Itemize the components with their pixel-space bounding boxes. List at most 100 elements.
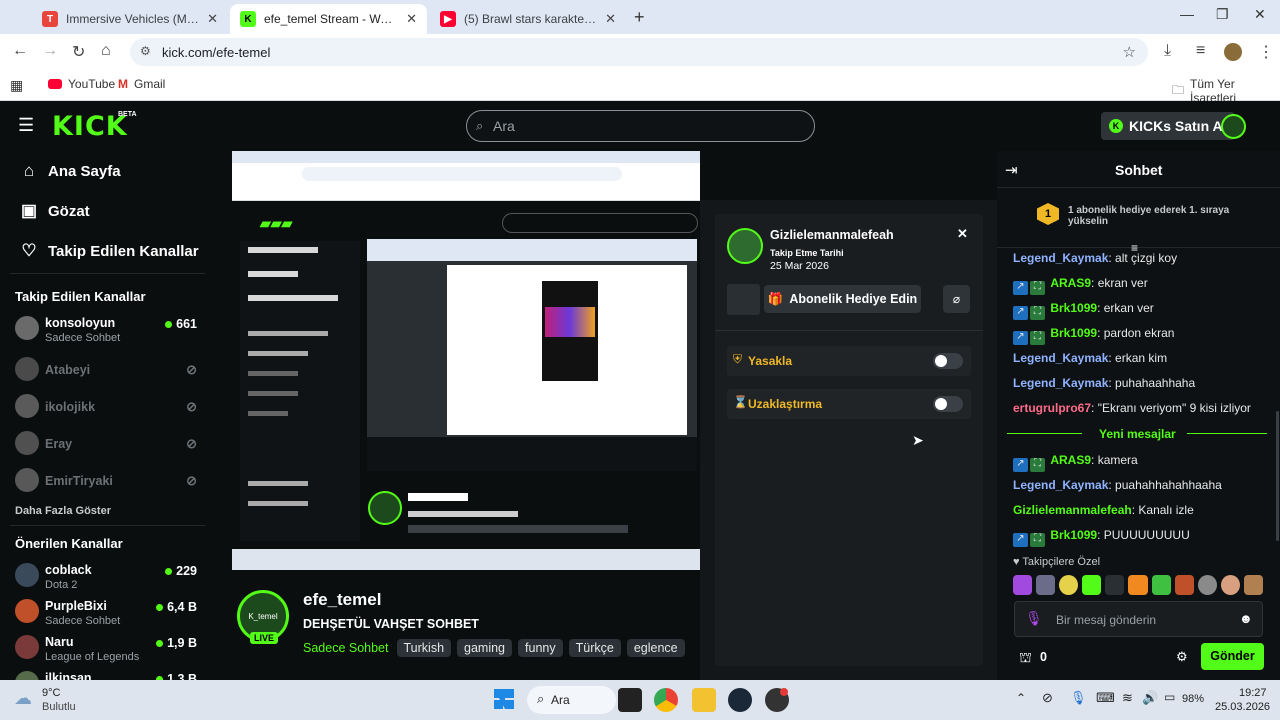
bookmark-gmail[interactable]: M Gmail <box>118 77 165 91</box>
followed-channel-emirtiryaki[interactable]: EmirTiryaki ⊘ <box>15 468 205 502</box>
apps-grid-icon[interactable]: ▦ <box>10 77 23 94</box>
timeout-row[interactable]: ⌛ Uzaklaştırma <box>727 389 971 419</box>
close-icon[interactable]: ✕ <box>957 226 968 242</box>
points-icon[interactable]: ⛫ <box>1019 649 1032 668</box>
close-tab-icon[interactable]: ✕ <box>207 11 218 27</box>
emote-icon[interactable] <box>1220 575 1240 595</box>
site-info-icon[interactable]: ⚙ <box>140 44 151 58</box>
buy-kicks-button[interactable]: K KICKs Satın Al <box>1101 112 1235 140</box>
recommended-channel-ilkinsan[interactable]: ilkinsan 1,3 B <box>15 669 205 680</box>
chat-settings-icon[interactable]: ⚙ <box>1176 649 1188 665</box>
browser-tab-2[interactable]: K efe_temel Stream - Watch Live o ✕ <box>230 4 427 34</box>
chat-username[interactable]: ARAS9 <box>1050 276 1091 290</box>
microphone-icon[interactable]: 🎙 <box>1025 610 1043 627</box>
keyboard-icon[interactable]: ⌨ <box>1096 690 1115 706</box>
clock-date[interactable]: 25.03.2026 <box>1215 701 1270 713</box>
new-tab-button[interactable]: + <box>634 7 645 28</box>
chat-username[interactable]: Gizlielemanmalefeah <box>1013 503 1132 517</box>
recommended-channel-coblack[interactable]: coblack Dota 2 229 <box>15 561 205 595</box>
channel-name[interactable]: efe_temel <box>303 590 381 610</box>
chat-username[interactable]: Legend_Kaymak <box>1013 478 1108 492</box>
microphone-icon[interactable]: 🎙 <box>1070 690 1087 706</box>
menu-kebab-icon[interactable]: ⋮ <box>1258 42 1274 62</box>
emote-icon[interactable] <box>1059 575 1079 595</box>
hamburger-menu-icon[interactable]: ☰ <box>18 115 34 136</box>
download-icon[interactable]: ⤓ <box>1164 42 1171 60</box>
ban-row[interactable]: ⛨ Yasakla <box>727 346 971 376</box>
maximize-icon[interactable]: ❐ <box>1216 6 1229 23</box>
emote-icon[interactable] <box>1243 575 1264 595</box>
nav-home[interactable]: ⌂ Ana Sayfa <box>18 161 121 181</box>
chat-username[interactable]: Brk1099 <box>1050 528 1097 542</box>
followed-channel-eray[interactable]: Eray ⊘ <box>15 431 205 465</box>
chat-username[interactable]: ertugrulpro67 <box>1013 401 1091 415</box>
bookmark-star-icon[interactable]: ☆ <box>1123 43 1136 61</box>
emoji-icon[interactable]: ☻ <box>1239 611 1253 626</box>
battery-icon[interactable]: ▭ <box>1164 690 1175 704</box>
chat-username[interactable]: Brk1099 <box>1050 301 1097 315</box>
emote-icon[interactable] <box>1151 575 1171 595</box>
user-avatar[interactable] <box>1221 114 1246 139</box>
browser-tab-1[interactable]: T Immersive Vehicles (MTS/IV) - C ✕ <box>32 4 228 34</box>
show-more-link[interactable]: Daha Fazla Göster <box>15 505 111 517</box>
chat-username[interactable]: Legend_Kaymak <box>1013 376 1108 390</box>
volume-icon[interactable]: 🔊 <box>1142 690 1158 706</box>
kick-logo[interactable]: KICK <box>52 111 128 142</box>
wifi-icon[interactable]: ≋ <box>1122 690 1133 706</box>
home-icon[interactable]: ⌂ <box>101 42 111 60</box>
tag-gaming[interactable]: gaming <box>457 639 513 657</box>
recommended-channel-naru[interactable]: Naru League of Legends 1,9 B <box>15 633 205 667</box>
close-tab-icon[interactable]: ✕ <box>406 11 417 27</box>
gift-subscription-button[interactable]: 🎁 Abonelik Hediye Edin <box>764 285 921 313</box>
nav-browse[interactable]: ▣ Gözat <box>18 201 90 221</box>
chrome-icon[interactable] <box>654 688 678 712</box>
bookmark-youtube[interactable]: YouTube <box>48 77 115 91</box>
close-window-icon[interactable]: ✕ <box>1254 6 1266 23</box>
start-menu-icon[interactable] <box>494 689 514 709</box>
show-hidden-icons-icon[interactable]: ⌃ <box>1016 691 1026 705</box>
file-explorer-icon[interactable] <box>692 688 716 712</box>
tag-turkish[interactable]: Turkish <box>396 639 452 657</box>
emote-icon[interactable] <box>1174 575 1194 595</box>
category-link[interactable]: Sadece Sohbet <box>303 641 389 655</box>
emote-icon[interactable] <box>1105 575 1125 595</box>
emote-icon[interactable] <box>1036 575 1056 595</box>
user-card-action-button[interactable] <box>727 284 760 315</box>
chat-scrollbar[interactable] <box>1276 411 1279 541</box>
followed-channel-konsoloyun[interactable]: konsoloyun Sadece Sohbet 661 <box>15 314 205 348</box>
chat-username[interactable]: Brk1099 <box>1050 326 1097 340</box>
video-player[interactable]: ▰▰▰ <box>232 151 700 570</box>
browser-tab-3[interactable]: ▶ (5) Brawl stars karakterleriyle şe ✕ <box>430 4 626 34</box>
address-bar[interactable]: ⚙ kick.com/efe-temel ☆ <box>130 38 1148 66</box>
followed-channel-atabeyi[interactable]: Atabeyi ⊘ <box>15 357 205 391</box>
emote-icon[interactable] <box>1197 575 1217 595</box>
tag-funny[interactable]: funny <box>518 639 563 657</box>
task-view-icon[interactable] <box>618 688 642 712</box>
search-input[interactable]: ⌕ Ara <box>466 110 815 142</box>
minimize-icon[interactable]: — <box>1180 6 1194 22</box>
recommended-channel-purplebixi[interactable]: PurpleBixi Sadece Sohbet 6,4 B <box>15 597 205 631</box>
collapse-chat-icon[interactable]: ⇥ <box>1005 161 1018 179</box>
timeout-toggle[interactable] <box>933 396 963 412</box>
close-tab-icon[interactable]: ✕ <box>605 11 616 27</box>
send-button[interactable]: Gönder <box>1201 643 1264 670</box>
forward-icon[interactable]: → <box>42 42 58 60</box>
tag-eglence[interactable]: eglence <box>626 639 685 657</box>
mute-user-icon[interactable]: ⌀ <box>943 285 970 313</box>
network-off-icon[interactable]: ⊘ <box>1042 690 1053 706</box>
emote-icon[interactable] <box>1082 575 1102 595</box>
media-control-icon[interactable]: ≡ <box>1196 42 1205 60</box>
back-icon[interactable]: ← <box>12 42 28 60</box>
chat-input[interactable]: 🎙 Bir mesaj gönderin ☻ <box>1014 601 1263 637</box>
taskbar-search[interactable]: ⌕ Ara <box>527 686 616 714</box>
chat-username[interactable]: Legend_Kaymak <box>1013 351 1108 365</box>
nav-following[interactable]: ♡ Takip Edilen Kanallar <box>18 241 198 261</box>
reload-icon[interactable]: ↻ <box>72 42 85 62</box>
steam-icon[interactable] <box>728 688 752 712</box>
chat-username[interactable]: ARAS9 <box>1050 453 1091 467</box>
chat-username[interactable]: Legend_Kaymak <box>1013 251 1108 265</box>
emote-icon[interactable] <box>1013 575 1033 595</box>
clock-time[interactable]: 19:27 <box>1239 687 1267 699</box>
tag-turkce[interactable]: Türkçe <box>568 639 621 657</box>
weather-icon[interactable]: ☁ <box>14 688 32 709</box>
